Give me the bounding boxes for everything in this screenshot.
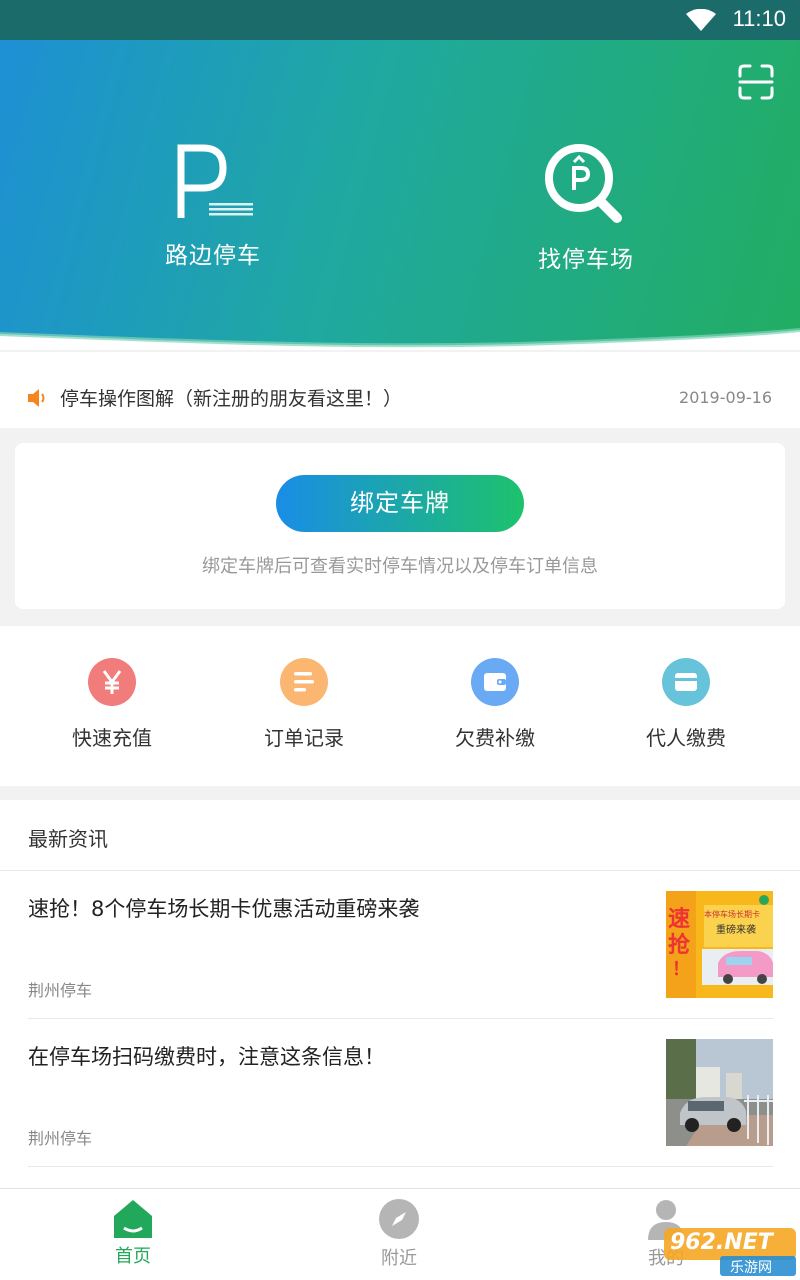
find-parking-lot-button[interactable]: 找停车场 <box>486 140 686 280</box>
roadside-parking-button[interactable]: 路边停车 <box>113 140 313 280</box>
news-thumbnail: 速 抢 ！ 本停车场长期卡 重磅来袭 <box>666 891 773 998</box>
roadside-parking-label: 路边停车 <box>165 243 261 269</box>
nav-home[interactable]: 首页 <box>63 1198 203 1274</box>
parking-search-icon <box>545 144 622 223</box>
arrears-payment-button[interactable]: 欠费补缴 <box>415 658 575 758</box>
news-thumbnail <box>666 1039 773 1146</box>
arrears-payment-label: 欠费补缴 <box>455 726 535 750</box>
news-title: 在停车场扫码缴费时，注意这条信息！ <box>28 1045 385 1069</box>
news-heading: 最新资讯 <box>28 827 108 851</box>
home-icon <box>114 1200 152 1238</box>
thumb-text-5: 重磅来袭 <box>716 925 756 936</box>
compass-icon <box>379 1199 419 1239</box>
notice-date: 2019-09-16 <box>679 388 772 407</box>
scan-icon[interactable] <box>738 64 774 100</box>
thumb-text-4: 本停车场长期卡 <box>704 910 760 919</box>
wallet-icon <box>471 658 519 706</box>
news-item[interactable]: 在停车场扫码缴费时，注意这条信息！ 荆州停车 <box>28 1019 773 1167</box>
quick-recharge-label: 快速充值 <box>72 726 152 750</box>
parking-p-icon <box>177 144 253 218</box>
nav-nearby-label: 附近 <box>381 1248 417 1269</box>
bind-plate-hint: 绑定车牌后可查看实时停车情况以及停车订单信息 <box>202 556 598 577</box>
news-title: 速抢！8个停车场长期卡优惠活动重磅来袭 <box>28 897 420 921</box>
news-source: 荆州停车 <box>28 981 93 1000</box>
speaker-icon <box>28 389 45 407</box>
status-time: 11:10 <box>732 6 786 31</box>
thumb-text-3: ！ <box>672 959 690 980</box>
bind-plate-button[interactable]: 绑定车牌 <box>276 475 524 532</box>
find-parking-lot-label: 找停车场 <box>538 247 634 273</box>
notice-text[interactable]: 停车操作图解（新注册的朋友看这里！） <box>60 384 402 411</box>
nav-home-label: 首页 <box>115 1246 151 1267</box>
divider <box>28 1166 773 1167</box>
order-records-button[interactable]: 订单记录 <box>224 658 384 758</box>
news-source: 荆州停车 <box>28 1129 93 1148</box>
site-watermark: 962.NET 乐游网 <box>664 1226 796 1276</box>
news-item[interactable]: 速抢！8个停车场长期卡优惠活动重磅来袭 荆州停车 速 抢 ！ 本停车场长期卡 重… <box>28 871 773 1019</box>
list-icon <box>280 658 328 706</box>
watermark-text: 962.NET <box>670 1230 773 1255</box>
wifi-icon <box>686 9 716 31</box>
pay-for-others-button[interactable]: 代人缴费 <box>606 658 766 758</box>
pay-for-others-label: 代人缴费 <box>646 726 726 750</box>
hero-wave <box>0 328 800 350</box>
watermark-subtext: 乐游网 <box>730 1260 772 1276</box>
order-records-label: 订单记录 <box>264 726 344 750</box>
quick-recharge-button[interactable]: 快速充值 <box>32 658 192 758</box>
status-bar: 11:10 <box>0 0 800 40</box>
card-icon <box>662 658 710 706</box>
yuan-icon <box>88 658 136 706</box>
nav-nearby[interactable]: 附近 <box>329 1198 469 1274</box>
